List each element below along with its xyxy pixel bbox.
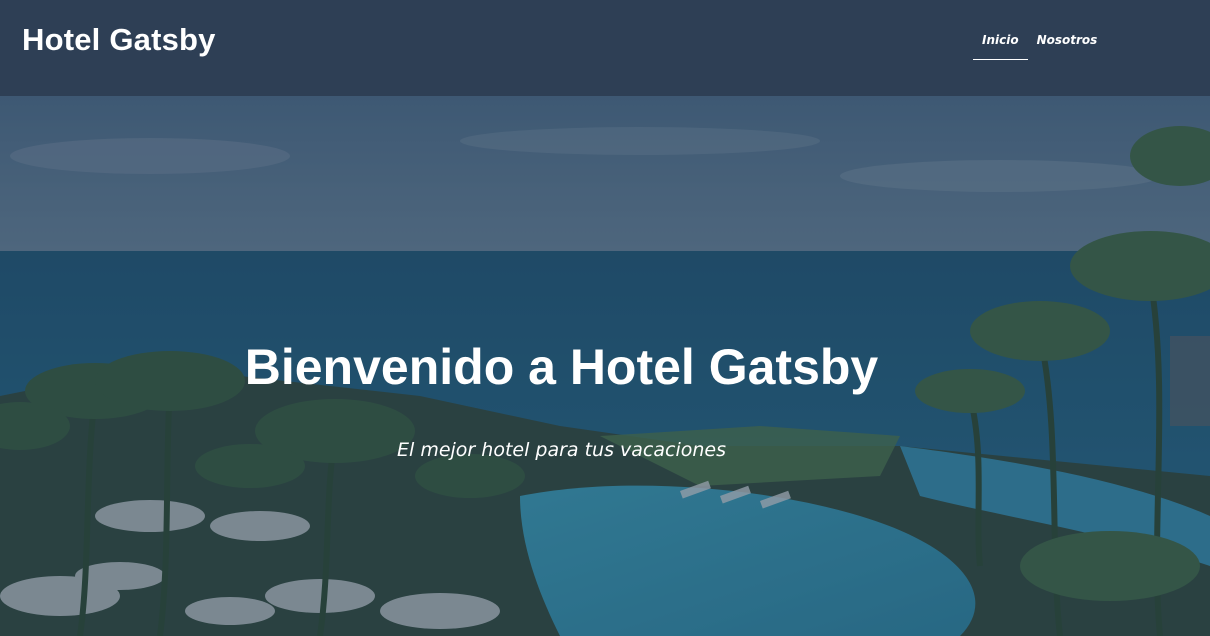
hero-subtitle: El mejor hotel para tus vacaciones — [397, 439, 726, 461]
hero-section: Bienvenido a Hotel Gatsby El mejor hotel… — [0, 96, 1210, 636]
site-title[interactable]: Hotel Gatsby — [22, 22, 216, 58]
main-nav: Inicio Nosotros — [973, 33, 1106, 60]
nav-link-inicio[interactable]: Inicio — [973, 33, 1028, 60]
hero-title: Bienvenido a Hotel Gatsby — [244, 339, 879, 395]
site-header: Hotel Gatsby Inicio Nosotros — [0, 0, 1210, 96]
page: Hotel Gatsby Inicio Nosotros Bienvenido … — [0, 0, 1210, 636]
nav-link-nosotros[interactable]: Nosotros — [1028, 33, 1107, 60]
